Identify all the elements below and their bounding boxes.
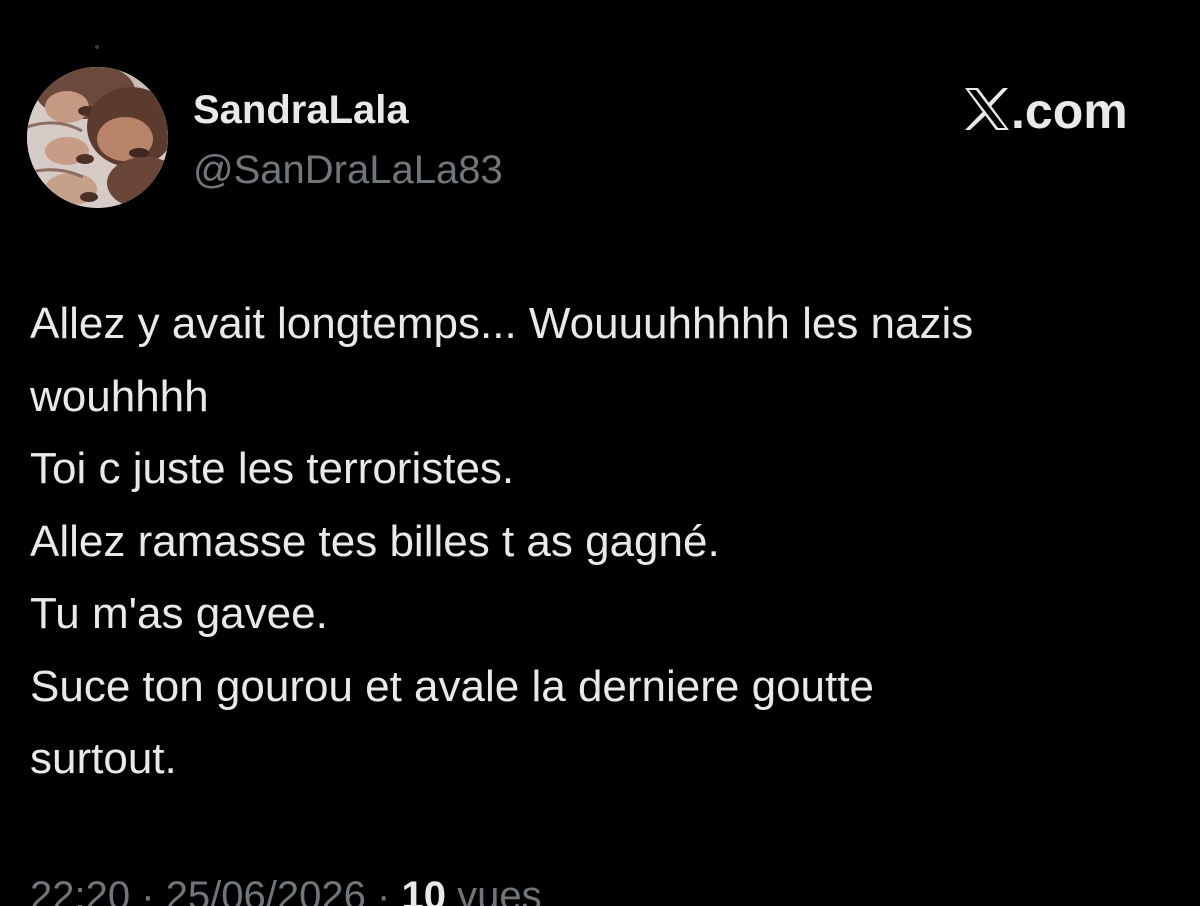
tweet-body: Allez y avait longtemps... Wouuuhhhhh le… <box>30 288 1190 796</box>
tweet-text-line: Toi c juste les terroristes. <box>30 444 515 493</box>
avatar-image <box>27 67 168 208</box>
brand-watermark: .com <box>965 84 1128 138</box>
views-label: vues <box>457 874 542 906</box>
views-count: 10 <box>401 874 446 906</box>
tweet-text-line: Allez y avait longtemps... Wouuuhhhhh le… <box>30 299 974 348</box>
tweet-text-line: wouhhhh <box>30 371 209 421</box>
tweet-text-line: Suce ton gourou et avale la derniere gou… <box>30 661 874 711</box>
post-time[interactable]: 22:20 <box>30 874 130 906</box>
author-display-name[interactable]: SandraLala <box>193 86 409 134</box>
thread-dot <box>95 45 99 49</box>
tweet-text-line: Tu m'as gavee. <box>30 589 328 638</box>
tweet-text-line: Allez ramasse tes billes t as gagné. <box>30 516 720 566</box>
post-date[interactable]: 25/06/2026 <box>166 874 366 906</box>
avatar[interactable] <box>27 67 168 208</box>
author-handle[interactable]: @SanDraLaLa83 <box>193 146 503 194</box>
x-logo-icon <box>965 87 1009 135</box>
tweet-text-line: surtout. <box>30 734 177 783</box>
tweet-metadata: 22:20 · 25/06/2026 · 10 vues <box>30 872 542 906</box>
meta-separator: · <box>141 874 155 906</box>
brand-domain-text: .com <box>1011 83 1128 139</box>
tweet-screenshot: SandraLala @SanDraLaLa83 .com Allez y av… <box>0 0 1200 906</box>
meta-separator: · <box>377 874 391 906</box>
